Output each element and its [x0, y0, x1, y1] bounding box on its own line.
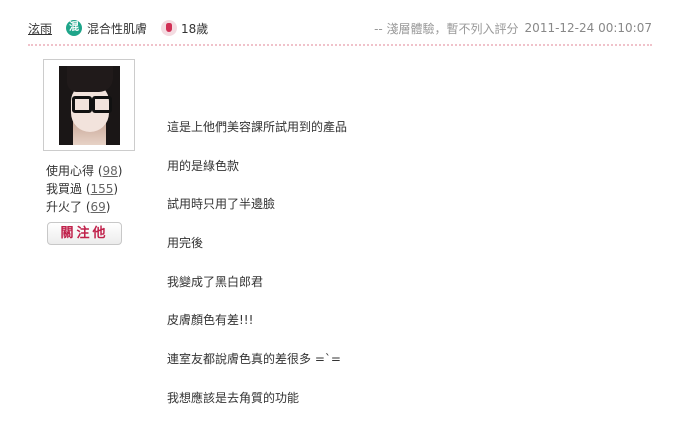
stat-fire-label: 升火了	[46, 200, 83, 214]
stat-purchased: 我買過 (155)	[46, 182, 119, 196]
username-link[interactable]: 泫雨	[28, 20, 52, 37]
review-line: 試用時只用了半邊臉	[167, 197, 276, 212]
review-body: 這是上他們美容課所試用到的產品 用的是綠色款 試用時只用了半邊臉 用完後 我變成…	[167, 118, 647, 428]
post-timestamp: 2011-12-24 00:10:07	[524, 21, 652, 35]
skin-type-label: 混合性肌膚	[87, 21, 148, 36]
stat-reviews-count[interactable]: 98	[103, 164, 118, 178]
review-line: 我變成了黑白郎君	[167, 274, 264, 289]
review-line: 用的是綠色款	[167, 158, 240, 173]
stat-reviews: 使用心得 (98)	[46, 164, 123, 178]
review-line: 這是上他們美容課所試用到的產品	[167, 120, 348, 134]
stat-reviews-label: 使用心得	[46, 164, 95, 178]
stat-purchased-label: 我買過	[46, 182, 83, 196]
follow-button[interactable]: 關注他	[47, 222, 122, 245]
age-icon	[161, 20, 178, 36]
review-line: 連室友都說膚色真的差很多 =`=	[167, 352, 341, 367]
review-header: 泫雨 混 混合性肌膚 18歲 -- 淺層體驗，暫不列入評分 2011-12-24…	[0, 0, 676, 46]
age-label: 18歲	[181, 21, 209, 36]
header-divider	[28, 44, 652, 46]
stat-purchased-count[interactable]: 155	[91, 182, 114, 196]
review-line: 用完後	[167, 236, 204, 251]
avatar-frame[interactable]	[43, 59, 135, 151]
stat-fire: 升火了 (69)	[46, 200, 111, 214]
stat-fire-count[interactable]: 69	[91, 200, 106, 214]
review-meta: -- 淺層體驗，暫不列入評分 2011-12-24 00:10:07	[374, 20, 652, 37]
skin-type-icon: 混	[66, 20, 83, 36]
user-stats: 使用心得 (98) 我買過 (155) 升火了 (69)	[46, 162, 156, 216]
header-row: 泫雨 混 混合性肌膚 18歲 -- 淺層體驗，暫不列入評分 2011-12-24…	[28, 18, 652, 38]
review-line: 我想應該是去角質的功能	[167, 390, 300, 405]
rating-note: -- 淺層體驗，暫不列入評分	[374, 21, 519, 36]
review-line: 皮膚顏色有差!!!	[167, 313, 254, 328]
avatar[interactable]	[59, 66, 120, 145]
